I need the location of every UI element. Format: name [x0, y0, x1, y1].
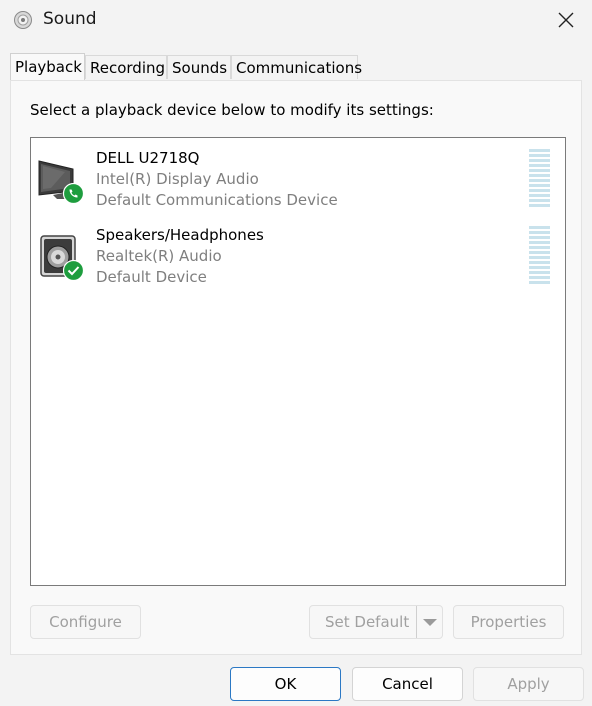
- properties-button[interactable]: Properties: [453, 605, 564, 639]
- set-default-label: Set Default: [325, 613, 410, 631]
- close-button[interactable]: [546, 0, 586, 40]
- device-item-speakers[interactable]: Speakers/Headphones Realtek(R) Audio Def…: [31, 226, 565, 296]
- tab-sounds[interactable]: Sounds: [167, 55, 231, 79]
- device-status: Default Device: [96, 268, 207, 286]
- window-title: Sound: [43, 9, 97, 29]
- phone-badge-icon: [62, 182, 85, 205]
- device-driver: Intel(R) Display Audio: [96, 170, 259, 188]
- close-icon: [558, 12, 574, 28]
- check-badge-icon: [62, 259, 85, 282]
- playback-panel: Select a playback device below to modify…: [10, 80, 582, 655]
- volume-meter: [529, 226, 550, 286]
- cancel-button[interactable]: Cancel: [352, 667, 463, 701]
- device-driver: Realtek(R) Audio: [96, 247, 222, 265]
- tab-communications[interactable]: Communications: [231, 55, 362, 79]
- configure-button[interactable]: Configure: [30, 605, 141, 639]
- tab-playback[interactable]: Playback: [10, 53, 85, 80]
- ok-button[interactable]: OK: [230, 667, 341, 701]
- instruction-text: Select a playback device below to modify…: [30, 101, 434, 119]
- sound-app-icon: [13, 10, 33, 30]
- chevron-down-icon[interactable]: [416, 606, 442, 638]
- set-default-button[interactable]: Set Default: [309, 605, 443, 639]
- device-item-dell[interactable]: DELL U2718Q Intel(R) Display Audio Defau…: [31, 149, 565, 219]
- apply-button[interactable]: Apply: [473, 667, 584, 701]
- device-status: Default Communications Device: [96, 191, 338, 209]
- device-list[interactable]: DELL U2718Q Intel(R) Display Audio Defau…: [30, 137, 566, 586]
- device-name: Speakers/Headphones: [96, 226, 264, 244]
- device-name: DELL U2718Q: [96, 149, 200, 167]
- volume-meter: [529, 149, 550, 209]
- tab-recording[interactable]: Recording: [85, 55, 167, 79]
- title-bar: Sound: [0, 0, 592, 42]
